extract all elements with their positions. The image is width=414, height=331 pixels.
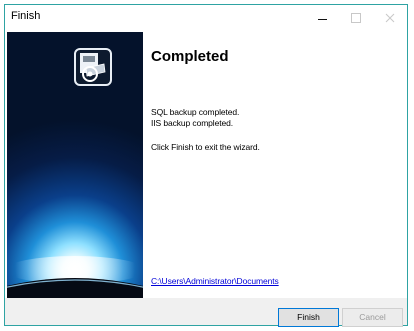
maximize-icon[interactable] [339, 5, 373, 31]
documents-folder-link[interactable]: C:\Users\Administrator\Documents [151, 276, 279, 286]
finish-button[interactable]: Finish [278, 308, 339, 327]
button-bar: Finish Cancel [5, 298, 407, 327]
wizard-banner-image [7, 32, 143, 298]
title-bar[interactable]: Finish [5, 5, 407, 31]
cancel-button[interactable]: Cancel [342, 308, 403, 327]
instruction-text: Click Finish to exit the wizard. [151, 142, 260, 152]
backup-drive-icon [74, 48, 112, 86]
status-message-sql: SQL backup completed. [151, 107, 240, 117]
status-message-iis: IIS backup completed. [151, 118, 234, 128]
wizard-content: Completed SQL backup completed. IIS back… [151, 32, 401, 298]
page-title: Completed [151, 48, 229, 65]
window-title: Finish [11, 10, 41, 22]
wizard-window: Finish Completed SQL backup completed. I… [4, 4, 408, 327]
minimize-icon[interactable] [305, 5, 339, 31]
close-icon[interactable] [373, 5, 407, 31]
